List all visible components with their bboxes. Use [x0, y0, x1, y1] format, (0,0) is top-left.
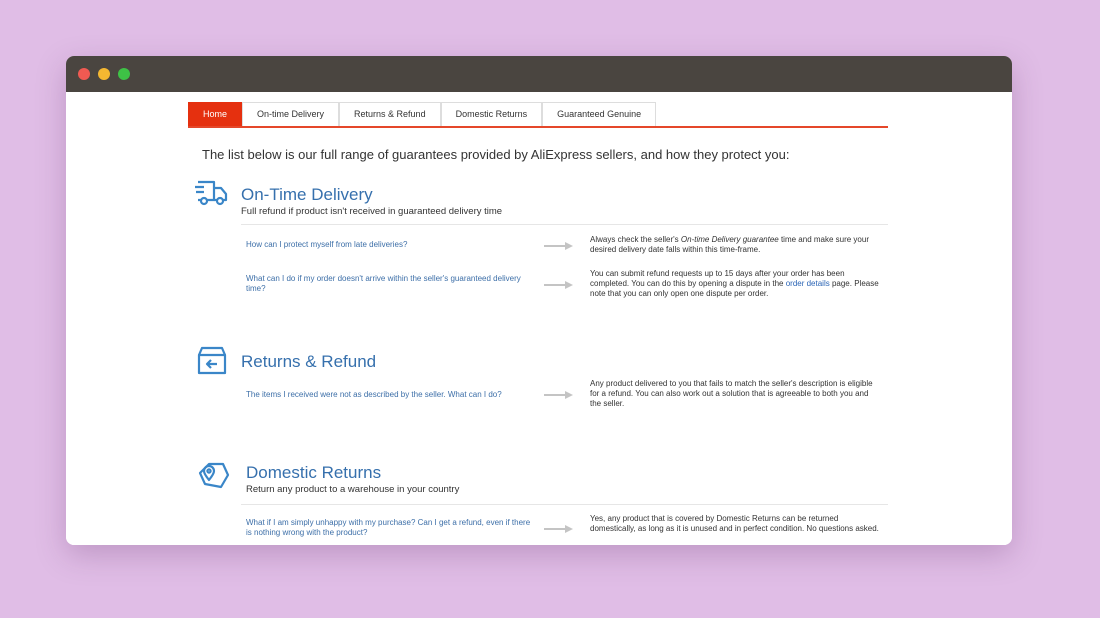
faq-question-unhappy-purchase[interactable]: What if I am simply unhappy with my purc…: [246, 518, 536, 538]
divider: [241, 224, 888, 225]
title-bar: [66, 56, 1012, 92]
tab-home[interactable]: Home: [188, 102, 243, 126]
section-subtitle-on-time-delivery: Full refund if product isn't received in…: [241, 206, 503, 217]
tab-on-time-delivery[interactable]: On-time Delivery: [242, 102, 340, 126]
section-title-domestic-returns: Domestic Returns: [246, 463, 382, 482]
faq-answer-late-deliveries: Always check the seller's On-time Delive…: [590, 235, 880, 255]
page-background: Home On-time Delivery Returns & Refund D…: [0, 0, 1100, 618]
section-title-returns-refund: Returns & Refund: [241, 352, 377, 371]
tab-bar: Home On-time Delivery Returns & Refund D…: [188, 102, 888, 128]
faq-question-order-not-arrived[interactable]: What can I do if my order doesn't arrive…: [246, 274, 521, 294]
arrow-right-icon: [544, 525, 573, 533]
answer-text: Always check the seller's: [590, 235, 681, 244]
page-content: Home On-time Delivery Returns & Refund D…: [66, 92, 1012, 545]
arrow-right-icon: [544, 242, 573, 250]
minimize-window-button[interactable]: [98, 68, 110, 80]
divider: [241, 504, 888, 505]
faq-answer-order-not-arrived: You can submit refund requests up to 15 …: [590, 269, 880, 299]
section-subtitle-domestic-returns: Return any product to a warehouse in you…: [246, 484, 460, 495]
maximize-window-button[interactable]: [118, 68, 130, 80]
browser-window: Home On-time Delivery Returns & Refund D…: [66, 56, 1012, 545]
location-tag-icon: [198, 462, 230, 489]
return-box-icon: [197, 346, 227, 375]
intro-text: The list below is our full range of guar…: [202, 147, 790, 162]
arrow-right-icon: [544, 391, 573, 399]
answer-emphasis: On-time Delivery guarantee: [680, 235, 779, 244]
tab-guaranteed-genuine[interactable]: Guaranteed Genuine: [542, 102, 657, 126]
arrow-right-icon: [544, 281, 573, 289]
section-title-on-time-delivery: On-Time Delivery: [241, 185, 373, 204]
faq-question-late-deliveries[interactable]: How can I protect myself from late deliv…: [246, 240, 536, 250]
tab-returns-refund[interactable]: Returns & Refund: [339, 102, 441, 126]
faq-question-not-as-described[interactable]: The items I received were not as describ…: [246, 390, 536, 400]
delivery-truck-icon: [195, 180, 228, 206]
faq-answer-not-as-described: Any product delivered to you that fails …: [590, 379, 873, 408]
tab-domestic-returns[interactable]: Domestic Returns: [440, 102, 543, 126]
order-details-link[interactable]: order details: [786, 279, 830, 288]
faq-answer-unhappy-purchase: Yes, any product that is covered by Dome…: [590, 514, 879, 533]
close-window-button[interactable]: [78, 68, 90, 80]
